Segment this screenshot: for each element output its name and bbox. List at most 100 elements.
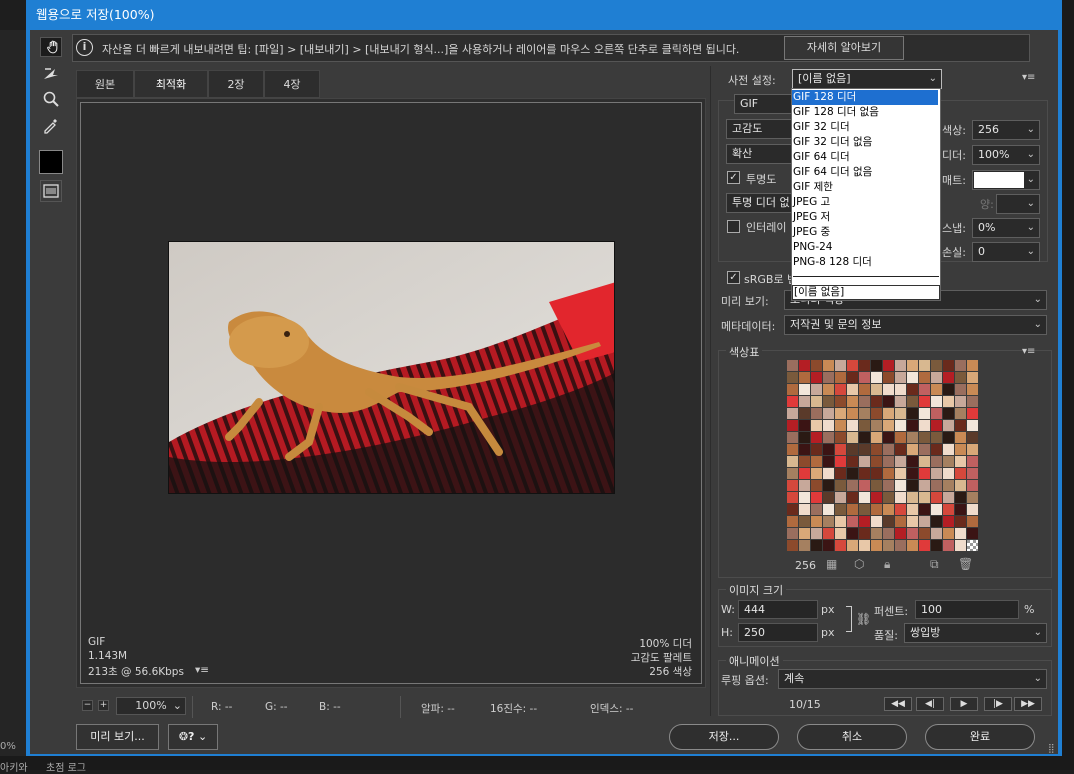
link-icon[interactable]: ⛓︎	[856, 612, 871, 626]
palette-swatch[interactable]	[883, 420, 894, 431]
palette-swatch[interactable]	[823, 456, 834, 467]
palette-swatch[interactable]	[847, 408, 858, 419]
palette-swatch[interactable]	[859, 360, 870, 371]
palette-swatch[interactable]	[823, 420, 834, 431]
palette-swatch[interactable]	[955, 468, 966, 479]
palette-swatch[interactable]	[883, 480, 894, 491]
interlace-checkbox[interactable]	[727, 220, 740, 233]
preset-option[interactable]: GIF 64 디더	[792, 150, 938, 165]
new-color-icon[interactable]: ⧉	[930, 557, 939, 572]
palette-swatch[interactable]	[823, 540, 834, 551]
palette-swatch[interactable]	[871, 408, 882, 419]
palette-swatch[interactable]	[895, 420, 906, 431]
palette-swatch[interactable]	[871, 516, 882, 527]
optimize-menu-icon[interactable]: ▾≡	[1022, 72, 1035, 83]
palette-swatch[interactable]	[859, 444, 870, 455]
palette-swatch[interactable]	[811, 492, 822, 503]
last-frame-button[interactable]: ▶▶	[1014, 697, 1042, 711]
palette-swatch[interactable]	[871, 444, 882, 455]
palette-swatch[interactable]	[907, 372, 918, 383]
palette-swatch[interactable]	[811, 408, 822, 419]
palette-swatch[interactable]	[907, 456, 918, 467]
palette-swatch[interactable]	[835, 408, 846, 419]
previous-frame-button[interactable]: ◀|	[916, 697, 944, 711]
palette-swatch[interactable]	[931, 528, 942, 539]
palette-swatch[interactable]	[847, 492, 858, 503]
dither-algorithm-select[interactable]: 확산	[726, 144, 792, 164]
palette-swatch[interactable]	[787, 372, 798, 383]
preset-select[interactable]: [이름 없음] ⌄	[792, 69, 942, 89]
palette-swatch[interactable]	[823, 396, 834, 407]
resize-grip-icon[interactable]: ⣿	[1048, 744, 1055, 754]
done-button[interactable]: 완료	[925, 724, 1035, 750]
palette-swatch[interactable]	[895, 384, 906, 395]
palette-swatch[interactable]	[943, 396, 954, 407]
palette-swatch[interactable]	[967, 504, 978, 515]
preset-option-current[interactable]: [이름 없음]	[792, 285, 940, 300]
palette-swatch[interactable]	[943, 360, 954, 371]
palette-swatch[interactable]	[967, 384, 978, 395]
palette-swatch[interactable]	[943, 420, 954, 431]
tab-original[interactable]: 원본	[76, 70, 134, 98]
palette-swatch[interactable]	[835, 528, 846, 539]
palette-swatch[interactable]	[907, 408, 918, 419]
palette-swatch[interactable]	[847, 528, 858, 539]
palette-swatch[interactable]	[895, 528, 906, 539]
looping-select[interactable]: 계속 ⌄	[778, 669, 1047, 689]
transparency-dither-select[interactable]: 투명 디더 없	[726, 193, 792, 213]
palette-swatch[interactable]	[967, 432, 978, 443]
palette-swatch[interactable]	[931, 408, 942, 419]
palette-swatch[interactable]	[883, 528, 894, 539]
tab-4up[interactable]: 4장	[264, 70, 320, 98]
palette-swatch[interactable]	[931, 468, 942, 479]
metadata-select[interactable]: 저작권 및 문의 정보 ⌄	[784, 315, 1047, 335]
palette-swatch[interactable]	[787, 528, 798, 539]
palette-swatch[interactable]	[847, 420, 858, 431]
palette-swatch[interactable]	[835, 516, 846, 527]
palette-swatch[interactable]	[943, 408, 954, 419]
tab-optimized[interactable]: 최적화	[134, 70, 208, 98]
height-input[interactable]: 250	[738, 623, 818, 642]
palette-swatch[interactable]	[883, 360, 894, 371]
palette-swatch[interactable]	[811, 420, 822, 431]
palette-swatch[interactable]	[931, 444, 942, 455]
palette-swatch[interactable]	[907, 384, 918, 395]
palette-swatch[interactable]	[799, 468, 810, 479]
palette-swatch[interactable]	[919, 480, 930, 491]
palette-swatch[interactable]	[859, 384, 870, 395]
palette-swatch[interactable]	[919, 516, 930, 527]
palette-swatch[interactable]	[955, 432, 966, 443]
palette-swatch[interactable]	[943, 468, 954, 479]
palette-swatch[interactable]	[907, 492, 918, 503]
palette-swatch[interactable]	[871, 468, 882, 479]
preview-in-browser-button[interactable]: 미리 보기...	[76, 724, 159, 750]
palette-swatch[interactable]	[943, 528, 954, 539]
palette-swatch[interactable]	[859, 420, 870, 431]
palette-swatch[interactable]	[943, 456, 954, 467]
preset-option[interactable]: GIF 128 디더	[792, 90, 938, 105]
palette-swatch[interactable]	[835, 396, 846, 407]
palette-swatch[interactable]	[883, 444, 894, 455]
palette-swatch[interactable]	[883, 372, 894, 383]
dialog-title[interactable]: 웹용으로 저장(100%)	[26, 0, 1062, 30]
palette-swatch[interactable]	[811, 372, 822, 383]
palette-swatch[interactable]	[943, 540, 954, 551]
palette-swatch[interactable]	[883, 456, 894, 467]
bearded-dragon-image[interactable]	[168, 241, 615, 494]
palette-swatch[interactable]	[955, 480, 966, 491]
palette-swatch[interactable]	[811, 540, 822, 551]
palette-swatch[interactable]	[967, 516, 978, 527]
preset-option[interactable]: GIF 32 디더 없음	[792, 135, 938, 150]
palette-swatch[interactable]	[799, 456, 810, 467]
palette-swatch[interactable]	[919, 360, 930, 371]
palette-swatch[interactable]	[847, 456, 858, 467]
palette-swatch[interactable]	[895, 408, 906, 419]
palette-swatch[interactable]	[955, 396, 966, 407]
palette-swatch[interactable]	[823, 432, 834, 443]
palette-swatch[interactable]	[787, 384, 798, 395]
palette-swatch[interactable]	[883, 384, 894, 395]
zoom-level-select[interactable]: 100% ⌄	[116, 697, 186, 715]
palette-swatch[interactable]	[919, 396, 930, 407]
palette-swatch[interactable]	[835, 540, 846, 551]
palette-swatch[interactable]	[907, 396, 918, 407]
